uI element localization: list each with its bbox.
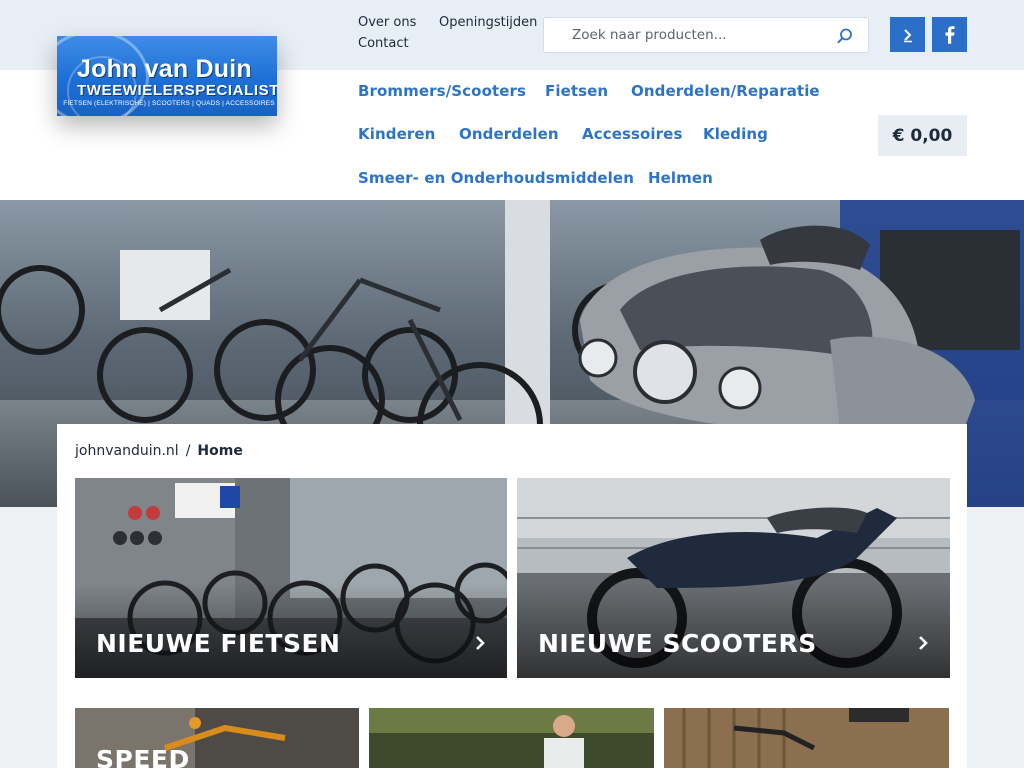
link-over-ons[interactable]: Over ons: [358, 15, 416, 30]
facebook-icon: [945, 25, 954, 44]
chevron-right-icon: [919, 636, 928, 650]
breadcrumb-separator: /: [185, 443, 191, 459]
link-contact[interactable]: Contact: [358, 36, 409, 51]
cart-button[interactable]: € 0,00: [878, 115, 967, 156]
tile-label: NIEUWE FIETSEN: [96, 629, 341, 658]
nav-helmen[interactable]: Helmen: [648, 169, 713, 187]
search-icon[interactable]: [836, 27, 854, 45]
tile-label: NIEUWE SCOOTERS: [538, 629, 817, 658]
nav-smeer-onderhoud[interactable]: Smeer- en Onderhoudsmiddelen: [358, 169, 634, 187]
nav-fietsen[interactable]: Fietsen: [545, 82, 608, 100]
route-icon: [903, 28, 912, 42]
tile-nieuwe-scooters[interactable]: NIEUWE SCOOTERS: [517, 478, 950, 678]
site-logo[interactable]: John van Duin TWEEWIELERSPECIALIST FIETS…: [57, 36, 277, 116]
route-button[interactable]: [890, 17, 925, 52]
nav-accessoires[interactable]: Accessoires: [582, 125, 682, 143]
breadcrumb-root[interactable]: johnvanduin.nl: [75, 443, 179, 459]
logo-name: John van Duin: [77, 55, 252, 83]
breadcrumb: johnvanduin.nl / Home: [75, 443, 243, 459]
logo-tagline: FIETSEN (ELEKTRISCHE) | SCOOTERS | QUADS…: [63, 100, 275, 107]
nav-onderdelen[interactable]: Onderdelen: [459, 125, 559, 143]
link-openingstijden[interactable]: Openingstijden: [439, 15, 537, 30]
search-box: [543, 17, 869, 53]
breadcrumb-current: Home: [197, 443, 243, 459]
nav-brommers-scooters[interactable]: Brommers/Scooters: [358, 82, 526, 100]
nav-kleding[interactable]: Kleding: [703, 125, 768, 143]
search-input[interactable]: [544, 18, 824, 52]
tile-nieuwe-fietsen[interactable]: NIEUWE FIETSEN: [75, 478, 507, 678]
tile-speed[interactable]: SPEED: [75, 708, 359, 768]
nav-kinderen[interactable]: Kinderen: [358, 125, 435, 143]
tile-ebike-shop[interactable]: [664, 708, 949, 768]
nav-onderdelen-reparatie[interactable]: Onderdelen/Reparatie: [631, 82, 820, 100]
tile-rider[interactable]: [369, 708, 654, 768]
tile-image-rider: [369, 708, 654, 768]
tile-image-ebike-shop: [664, 708, 949, 768]
logo-subtitle: TWEEWIELERSPECIALIST: [77, 82, 277, 99]
chevron-right-icon: [476, 636, 485, 650]
tile-label: SPEED: [96, 745, 190, 768]
facebook-button[interactable]: [932, 17, 967, 52]
